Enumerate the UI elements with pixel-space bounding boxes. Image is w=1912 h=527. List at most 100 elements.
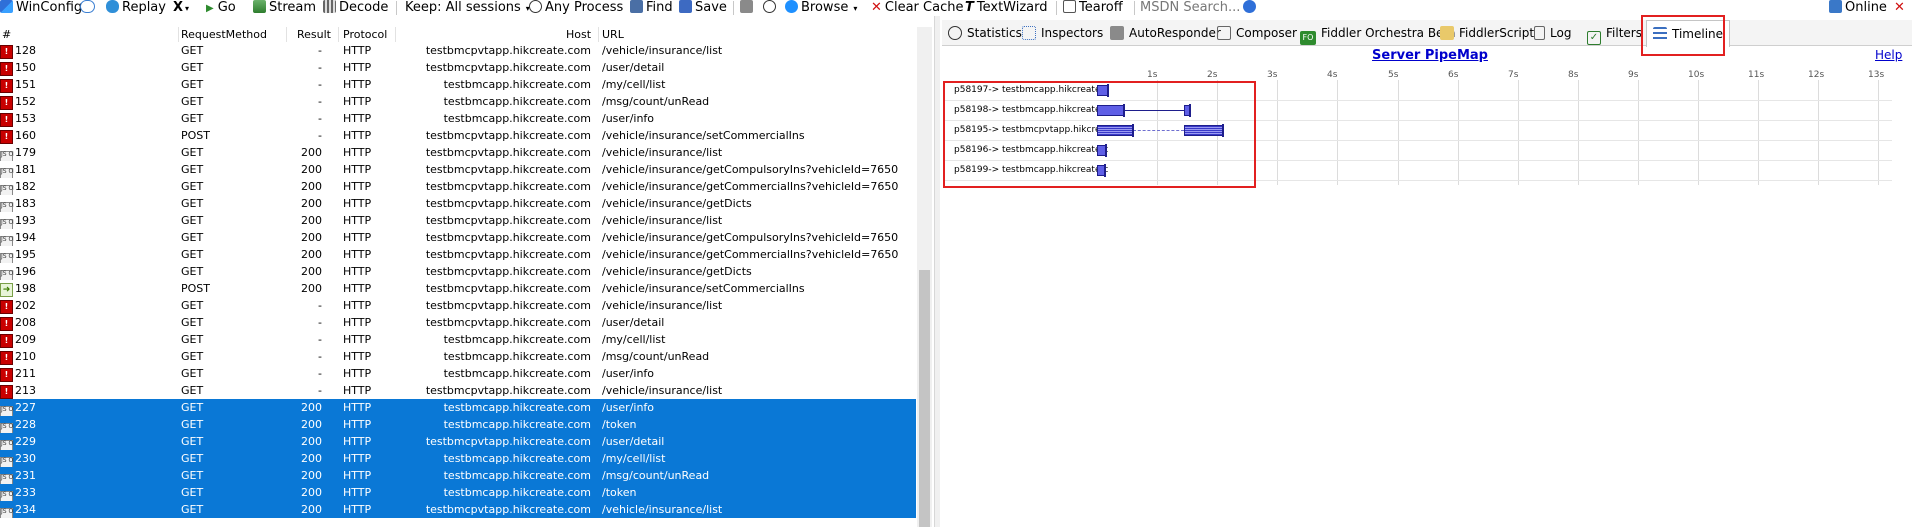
- session-icon-cell: JS ON: [0, 263, 14, 280]
- screenshot-button[interactable]: [740, 0, 756, 16]
- table-row[interactable]: JS ON228 GET 200 HTTP testbmcapp.hikcreate.c…: [0, 416, 916, 433]
- timeline-tick-label: 12s: [1808, 70, 1825, 80]
- comment-button[interactable]: [80, 0, 98, 16]
- replay-button[interactable]: Replay: [106, 0, 166, 16]
- js-response-icon: JS ON: [0, 491, 14, 501]
- timeline-gridline: [1878, 80, 1879, 185]
- tab-autoresponder[interactable]: AutoResponder: [1110, 22, 1221, 44]
- request-method-cell: GET: [181, 214, 204, 227]
- request-method-cell: GET: [181, 95, 204, 108]
- session-icon-cell: JS ON: [0, 433, 14, 450]
- request-method-cell: GET: [181, 248, 204, 261]
- table-row[interactable]: JS ON193 GET 200 HTTP testbmcpvtapp.hikcreat…: [0, 212, 916, 229]
- url-cell: /vehicle/insurance/list: [602, 503, 723, 516]
- table-row[interactable]: ! 153 GET - HTTP testbmcapp.hikcreate.com/use…: [0, 110, 916, 127]
- host-cell: testbmcpvtapp.hikcreate.com: [425, 248, 591, 261]
- table-row[interactable]: ➜ 198 POST 200 HTTP testbmcpvtapp.hikcreate.c…: [0, 280, 916, 297]
- keep-sessions-dropdown[interactable]: Keep: All sessions ▾: [405, 0, 530, 16]
- host-cell: testbmcapp.hikcreate.com: [443, 486, 591, 499]
- save-button[interactable]: Save: [679, 0, 727, 16]
- request-method-cell: GET: [181, 197, 204, 210]
- request-method-cell: GET: [181, 299, 204, 312]
- table-row[interactable]: JS ON233 GET 200 HTTP testbmcapp.hikcreate.c…: [0, 484, 916, 501]
- table-row[interactable]: ! 151 GET - HTTP testbmcapp.hikcreate.com/my/…: [0, 76, 916, 93]
- table-row[interactable]: ! 202 GET - HTTP testbmcpvtapp.hikcreate.com /…: [0, 297, 916, 314]
- session-icon-cell: !: [0, 365, 14, 382]
- find-button[interactable]: Find: [630, 0, 673, 16]
- table-row[interactable]: JS ON229 GET 200 HTTP testbmcpvtapp.hikcreat…: [0, 433, 916, 450]
- table-row[interactable]: JS ON234 GET 200 HTTP testbmcpvtapp.hikcreat…: [0, 501, 916, 518]
- table-row[interactable]: JS ON195 GET 200 HTTP testbmcpvtapp.hikcreat…: [0, 246, 916, 263]
- tab-composer[interactable]: Composer: [1217, 22, 1297, 44]
- column-header-host[interactable]: Host: [566, 27, 591, 42]
- session-icon-cell: !: [0, 382, 14, 399]
- timer-button[interactable]: [763, 0, 779, 16]
- tab-inspectors[interactable]: Inspectors: [1022, 22, 1103, 44]
- tearoff-button[interactable]: Tearoff: [1063, 0, 1123, 16]
- table-row[interactable]: ! 160 POST - HTTP testbmcpvtapp.hikcreate.com…: [0, 127, 916, 144]
- url-cell: /my/cell/list: [602, 78, 666, 91]
- browse-button[interactable]: Browse ▾: [785, 0, 857, 16]
- tab-fiddler-orchestra[interactable]: FO Fiddler Orchestra Beta: [1300, 22, 1456, 45]
- session-id-cell: 181: [15, 163, 36, 176]
- session-id-cell: 128: [15, 44, 36, 57]
- table-row[interactable]: ! 210 GET - HTTP testbmcapp.hikcreate.com/msg…: [0, 348, 916, 365]
- column-header-method[interactable]: RequestMethod: [181, 27, 267, 42]
- table-row[interactable]: JS ON179 GET 200 HTTP testbmcpvtapp.hikcreat…: [0, 144, 916, 161]
- pane-splitter[interactable]: [934, 16, 940, 527]
- decode-button[interactable]: Decode: [323, 0, 388, 16]
- result-code-cell: 200: [301, 418, 322, 431]
- column-header-number[interactable]: #: [2, 27, 11, 42]
- windows-icon: [0, 0, 13, 13]
- help-circle-icon[interactable]: [1243, 0, 1259, 16]
- table-row[interactable]: ! 213 GET - HTTP testbmcpvtapp.hikcreate.com /…: [0, 382, 916, 399]
- stream-button[interactable]: Stream: [253, 0, 316, 16]
- protocol-cell: HTTP: [343, 503, 372, 516]
- protocol-cell: HTTP: [343, 112, 372, 125]
- js-response-icon: JS ON: [0, 457, 14, 467]
- table-row[interactable]: JS ON181 GET 200 HTTP testbmcpvtapp.hikcreat…: [0, 161, 916, 178]
- textwizard-button[interactable]: T TextWizard: [965, 0, 1048, 16]
- tab-fiddlerscript[interactable]: FiddlerScript: [1440, 22, 1534, 44]
- session-icon-cell: JS ON: [0, 467, 14, 484]
- result-code-cell: 200: [301, 282, 322, 295]
- table-row[interactable]: JS ON231 GET 200 HTTP testbmcapp.hikcreate.c…: [0, 467, 916, 484]
- tab-statistics[interactable]: Statistics: [948, 22, 1022, 44]
- table-row[interactable]: JS ON183 GET 200 HTTP testbmcpvtapp.hikcreat…: [0, 195, 916, 212]
- remove-menu-button[interactable]: X ▾: [173, 0, 189, 16]
- timeline-gridline: [1818, 80, 1819, 185]
- help-link[interactable]: Help: [1875, 48, 1902, 62]
- online-status[interactable]: Online: [1829, 0, 1887, 16]
- msdn-search-input[interactable]: MSDN Search...: [1140, 0, 1240, 16]
- table-row[interactable]: ! 150 GET - HTTP testbmcpvtapp.hikcreate.com /…: [0, 59, 916, 76]
- column-header-result[interactable]: Result: [297, 27, 331, 42]
- column-divider: [178, 27, 179, 42]
- checkbox-icon: ✓: [1587, 31, 1601, 45]
- table-row[interactable]: JS ON196 GET 200 HTTP testbmcpvtapp.hikcreat…: [0, 263, 916, 280]
- table-row[interactable]: ! 208 GET - HTTP testbmcpvtapp.hikcreate.com /…: [0, 314, 916, 331]
- table-row[interactable]: ! 209 GET - HTTP testbmcapp.hikcreate.com/my/…: [0, 331, 916, 348]
- tab-filters[interactable]: ✓ Filters: [1587, 22, 1642, 45]
- table-row[interactable]: JS ON182 GET 200 HTTP testbmcpvtapp.hikcreat…: [0, 178, 916, 195]
- table-row[interactable]: JS ON230 GET 200 HTTP testbmcapp.hikcreate.c…: [0, 450, 916, 467]
- go-button[interactable]: ▶ Go: [206, 0, 236, 16]
- close-icon[interactable]: ✕: [1894, 0, 1905, 16]
- winconfig-button[interactable]: WinConfig: [0, 0, 82, 16]
- request-method-cell: GET: [181, 367, 204, 380]
- session-icon-cell: JS ON: [0, 399, 14, 416]
- js-response-icon: JS ON: [0, 185, 14, 195]
- table-row[interactable]: ! 152 GET - HTTP testbmcapp.hikcreate.com/msg…: [0, 93, 916, 110]
- column-header-url[interactable]: URL: [602, 27, 624, 42]
- table-row[interactable]: JS ON194 GET 200 HTTP testbmcpvtapp.hikcreat…: [0, 229, 916, 246]
- table-row[interactable]: JS ON227 GET 200 HTTP testbmcapp.hikcreate.c…: [0, 399, 916, 416]
- table-row[interactable]: ! 211 GET - HTTP testbmcapp.hikcreate.com/use…: [0, 365, 916, 382]
- url-cell: /vehicle/insurance/getCompulsoryIns?vehi…: [602, 231, 899, 244]
- clear-cache-button[interactable]: ✕ Clear Cache: [871, 0, 963, 16]
- table-row[interactable]: ! 128 GET - HTTP testbmcpvtapp.hikcreate.com /…: [0, 42, 916, 59]
- tab-log[interactable]: Log: [1534, 22, 1571, 44]
- column-header-protocol[interactable]: Protocol: [343, 27, 387, 42]
- request-method-cell: GET: [181, 163, 204, 176]
- session-icon-cell: !: [0, 110, 14, 127]
- any-process-button[interactable]: Any Process: [529, 0, 623, 16]
- scrollbar-thumb[interactable]: [919, 270, 930, 527]
